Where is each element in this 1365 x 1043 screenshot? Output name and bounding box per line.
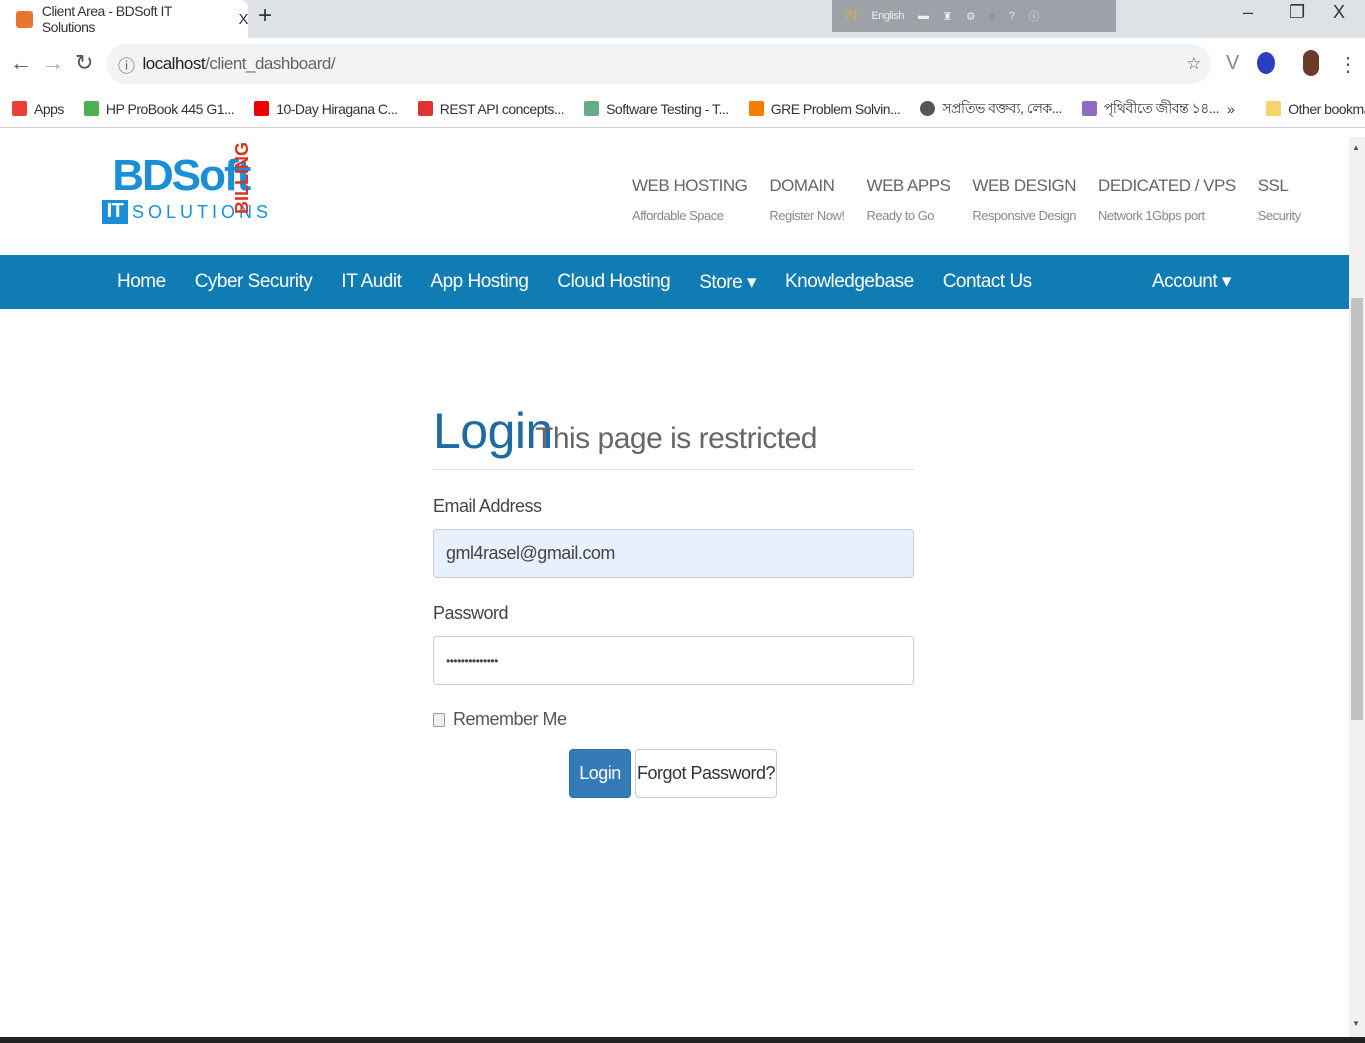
nav-cloud-hosting[interactable]: Cloud Hosting [557,271,670,293]
info-icon[interactable]: ⓘ [1028,8,1039,24]
url-host: localhost [142,54,206,73]
divider [433,469,914,470]
address-bar[interactable]: ⓘ localhost/client_dashboard/ ☆ [106,44,1211,84]
other-bookmarks[interactable]: Other bookmarks [1266,101,1365,117]
nav-store[interactable]: Store ▾ [699,271,756,294]
checkbox[interactable] [433,712,445,727]
scroll-up-icon[interactable]: ▲ [1352,143,1360,152]
nav-knowledgebase[interactable]: Knowledgebase [785,271,914,293]
nav-home[interactable]: Home [117,271,166,293]
scroll-down-icon[interactable]: ▼ [1352,1019,1360,1028]
ie-icon[interactable]: e [989,10,995,22]
logo-brand: BDSoft [102,151,251,200]
keyboard-icon[interactable]: ▬ [918,10,929,22]
forward-icon[interactable]: → [42,50,64,76]
language-bar: অ English ▬ ♜ ⚙ e ? ⓘ [832,0,1116,32]
taskbar [0,1037,1365,1043]
minimize-icon[interactable]: – [1243,2,1253,23]
service-domain[interactable]: DOMAIN Register Now! [769,176,845,223]
help-icon[interactable]: ? [1009,10,1015,22]
bookmark-item[interactable]: পৃথিবীতে জীবন্ত ১৪... [1081,97,1219,121]
bookmark-star-icon[interactable]: ☆ [1186,54,1201,74]
password-field[interactable]: •••••••••••••• [433,636,914,685]
tab-close-button[interactable]: X [238,11,248,28]
profile-avatar[interactable] [1303,50,1319,76]
more-bookmarks-button[interactable]: » [1227,101,1235,117]
password-label: Password [433,603,509,623]
back-icon[interactable]: ← [10,50,32,76]
bookmark-apps[interactable]: Apps [12,101,64,117]
services-menu: WEB HOSTING Affordable Space DOMAIN Regist… [632,176,1301,223]
tab-title: Client Area - BDSoft IT Solutions [41,3,172,35]
nav-account[interactable]: Account ▾ [1152,270,1231,293]
email-label: Email Address [433,496,542,516]
nav-app-hosting[interactable]: App Hosting [430,271,529,293]
service-ssl[interactable]: SSL Security [1258,176,1301,223]
remember-me-checkbox[interactable]: Remember Me [433,709,567,730]
language-indicator[interactable]: English [871,10,904,22]
nav-it-audit[interactable]: IT Audit [341,271,402,293]
extension-s-icon[interactable] [1257,52,1275,74]
service-web-hosting[interactable]: WEB HOSTING Affordable Space [632,176,748,223]
email-field[interactable]: gml4rasel@gmail.com [433,529,914,578]
bookmark-item[interactable]: HP ProBook 445 G1... [83,101,235,117]
nav-contact-us[interactable]: Contact Us [943,271,1032,293]
service-web-apps[interactable]: WEB APPS Ready to Go [867,176,951,223]
scrollbar-thumb[interactable] [1351,298,1363,720]
bookmark-item[interactable]: REST API concepts... [417,101,565,117]
logo-billing: BILLING [232,142,252,214]
bookmark-item[interactable]: Software Testing - T... [584,101,729,117]
favicon-icon [16,10,33,28]
service-web-design[interactable]: WEB DESIGN Responsive Design [972,176,1076,223]
extension-v-icon[interactable]: V [1226,52,1239,75]
bangla-icon[interactable]: অ [844,3,858,30]
bookmark-item[interactable]: GRE Problem Solvin... [748,101,901,117]
nav-cyber-security[interactable]: Cyber Security [195,271,313,293]
login-button[interactable]: Login [569,749,631,798]
reload-icon[interactable]: ↻ [75,50,93,76]
bookmark-item[interactable]: 10-Day Hiragana C... [254,101,398,117]
restore-icon[interactable]: ❐ [1289,2,1305,23]
browser-tab[interactable]: Client Area - BDSoft IT Solutions X [0,0,248,38]
main-nav: Home Cyber Security IT Audit App Hosting… [0,255,1349,309]
settings-icon[interactable]: ⚙ [966,10,976,23]
url-path: /client_dashboard/ [205,54,336,73]
site-logo[interactable]: BDSoft IT SOLUTIONS BILLING [102,142,282,228]
forgot-password-button[interactable]: Forgot Password? [635,749,777,798]
bookmarks-bar: Apps HP ProBook 445 G1... 10-Day Hiragan… [0,90,1365,128]
info-icon[interactable]: ⓘ [118,52,135,77]
close-window-icon[interactable]: X [1333,2,1345,23]
bookmark-item[interactable]: সপ্রতিভ বক্তব্য, লেক... [920,97,1062,121]
new-tab-button[interactable]: + [258,2,272,30]
page-subtitle: This page is restricted [535,422,817,455]
logo-it: IT [102,200,128,224]
service-dedicated-vps[interactable]: DEDICATED / VPS Network 1Gbps port [1098,176,1236,223]
tool-icon[interactable]: ♜ [942,10,952,23]
menu-icon[interactable]: ⋮ [1338,52,1358,77]
